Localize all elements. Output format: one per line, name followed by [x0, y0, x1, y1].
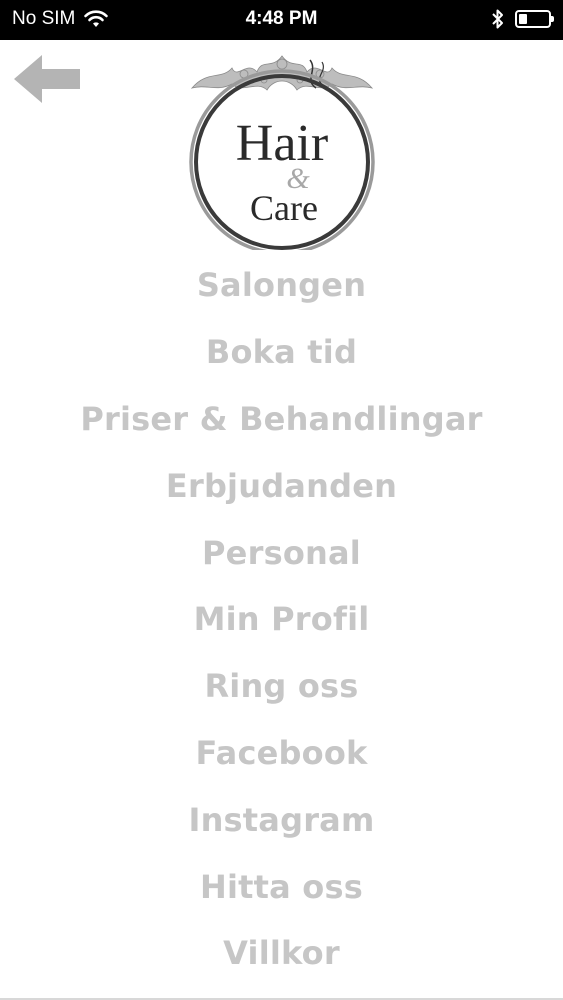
logo-emblem: Hair & Care — [189, 55, 375, 255]
battery-icon — [515, 10, 554, 28]
main-menu: Salongen Boka tid Priser & Behandlingar … — [0, 252, 563, 987]
status-time: 4:48 PM — [245, 8, 318, 29]
bluetooth-icon — [492, 9, 503, 29]
battery-fill — [519, 14, 528, 24]
menu-item-personal[interactable]: Personal — [0, 519, 563, 586]
back-button[interactable] — [12, 52, 82, 106]
menu-item-instagram[interactable]: Instagram — [0, 786, 563, 853]
status-right — [491, 8, 554, 30]
status-bar: No SIM 4:48 PM — [0, 0, 563, 40]
menu-item-villkor[interactable]: Villkor — [0, 920, 563, 987]
menu-item-ring-oss[interactable]: Ring oss — [0, 653, 563, 720]
back-arrow-icon — [14, 55, 80, 103]
logo-text-hair: Hair — [236, 115, 328, 172]
menu-item-facebook[interactable]: Facebook — [0, 720, 563, 787]
menu-item-hitta-oss[interactable]: Hitta oss — [0, 853, 563, 920]
menu-item-salongen[interactable]: Salongen — [0, 252, 563, 319]
logo-text-care: Care — [250, 188, 318, 228]
menu-item-min-profil[interactable]: Min Profil — [0, 586, 563, 653]
hair-care-logo: Hair & Care — [182, 50, 382, 255]
menu-item-priser-behandlingar[interactable]: Priser & Behandlingar — [0, 386, 563, 453]
menu-item-erbjudanden[interactable]: Erbjudanden — [0, 452, 563, 519]
menu-item-boka-tid[interactable]: Boka tid — [0, 319, 563, 386]
